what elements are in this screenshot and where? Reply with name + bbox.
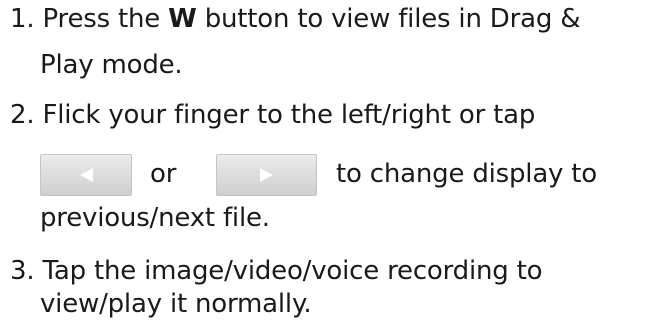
step-1-line-2: Play mode. xyxy=(40,50,183,80)
step-3-line-2: view/play it normally. xyxy=(40,289,312,319)
next-button[interactable] xyxy=(216,154,317,196)
step-2-number: 2. xyxy=(10,100,35,130)
step-1-number: 1. xyxy=(10,4,35,34)
step-1-line-1: 1. Press the W button to view files in D… xyxy=(10,4,580,34)
step-3-line-1: 3. Tap the image/video/voice recording t… xyxy=(10,256,543,286)
step-2-after-buttons: to change display to xyxy=(336,159,598,189)
triangle-left-icon xyxy=(80,168,93,182)
step-2-text: Flick your finger to the left/right or t… xyxy=(42,100,536,130)
step-1-text-before: Press the xyxy=(42,4,161,34)
previous-button[interactable] xyxy=(40,154,132,196)
step-2-line-3: previous/next file. xyxy=(40,203,270,233)
w-key-label: W xyxy=(168,4,197,34)
step-3-continuation: view/play it normally. xyxy=(40,289,312,319)
step-1-continuation: Play mode. xyxy=(40,50,183,80)
step-2-continuation: previous/next file. xyxy=(40,203,270,233)
or-word: or xyxy=(150,159,177,189)
triangle-right-icon xyxy=(259,168,273,182)
step-1-text-after: button to view files in Drag & xyxy=(204,4,581,34)
or-word-line: or xyxy=(150,159,176,189)
step-2-line-1: 2. Flick your finger to the left/right o… xyxy=(10,100,535,130)
instruction-page: 1. Press the W button to view files in D… xyxy=(0,0,648,327)
step-2-after-buttons-line: to change display to xyxy=(336,159,597,189)
step-3-text: Tap the image/video/voice recording to xyxy=(42,256,543,286)
step-3-number: 3. xyxy=(10,256,35,286)
